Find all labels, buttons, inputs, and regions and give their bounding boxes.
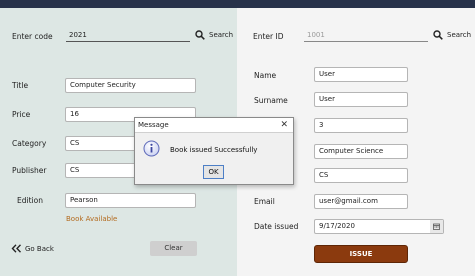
category-label: Category bbox=[12, 139, 47, 148]
close-icon[interactable]: ✕ bbox=[280, 120, 288, 130]
double-chevron-left-icon bbox=[11, 244, 22, 253]
date-issued-label: Date issued bbox=[254, 222, 299, 231]
calendar-icon bbox=[433, 223, 440, 230]
clear-button[interactable]: Clear bbox=[150, 241, 197, 256]
go-back-label: Go Back bbox=[25, 244, 54, 253]
student-field-5[interactable]: CS bbox=[314, 168, 408, 183]
dialog-title-bar[interactable]: Message ✕ bbox=[135, 118, 293, 133]
date-issued-field[interactable]: 9/17/2020 bbox=[314, 219, 444, 234]
student-field-4[interactable]: Computer Science bbox=[314, 144, 408, 159]
email-field[interactable]: user@gmail.com bbox=[314, 194, 408, 209]
go-back-button[interactable]: Go Back bbox=[11, 244, 54, 253]
ok-button[interactable]: OK bbox=[203, 165, 224, 179]
book-search-button[interactable]: Search bbox=[195, 30, 233, 40]
title-field[interactable]: Computer Security bbox=[65, 78, 196, 93]
code-input[interactable]: 2021 bbox=[66, 30, 190, 42]
name-field[interactable]: User bbox=[314, 67, 408, 82]
student-search-button[interactable]: Search bbox=[433, 30, 471, 40]
student-field-3[interactable]: 3 bbox=[314, 118, 408, 133]
dialog-message: Book issued Successfully bbox=[170, 146, 258, 154]
dialog-title: Message bbox=[138, 121, 169, 129]
title-bar bbox=[0, 0, 475, 8]
email-label: Email bbox=[254, 197, 275, 206]
price-label: Price bbox=[12, 110, 31, 119]
name-label: Name bbox=[254, 71, 277, 80]
issue-button[interactable]: ISSUE bbox=[314, 245, 408, 263]
date-picker-button[interactable] bbox=[430, 220, 443, 233]
enter-id-label: Enter ID bbox=[253, 32, 284, 41]
edition-label: Edition bbox=[17, 196, 43, 205]
title-label: Title bbox=[12, 81, 29, 90]
availability-status: Book Available bbox=[66, 215, 118, 223]
surname-field[interactable]: User bbox=[314, 92, 408, 107]
information-icon bbox=[143, 140, 160, 159]
student-search-label: Search bbox=[447, 31, 472, 39]
student-id-input[interactable]: 1001 bbox=[304, 30, 428, 42]
search-icon bbox=[195, 30, 205, 40]
enter-code-label: Enter code bbox=[12, 32, 53, 41]
surname-label: Surname bbox=[254, 96, 288, 105]
publisher-label: Publisher bbox=[12, 166, 47, 175]
message-dialog: Message ✕ Book issued Successfully OK bbox=[134, 117, 294, 185]
edition-field[interactable]: Pearson bbox=[65, 193, 196, 208]
book-search-label: Search bbox=[209, 31, 234, 39]
search-icon bbox=[433, 30, 443, 40]
